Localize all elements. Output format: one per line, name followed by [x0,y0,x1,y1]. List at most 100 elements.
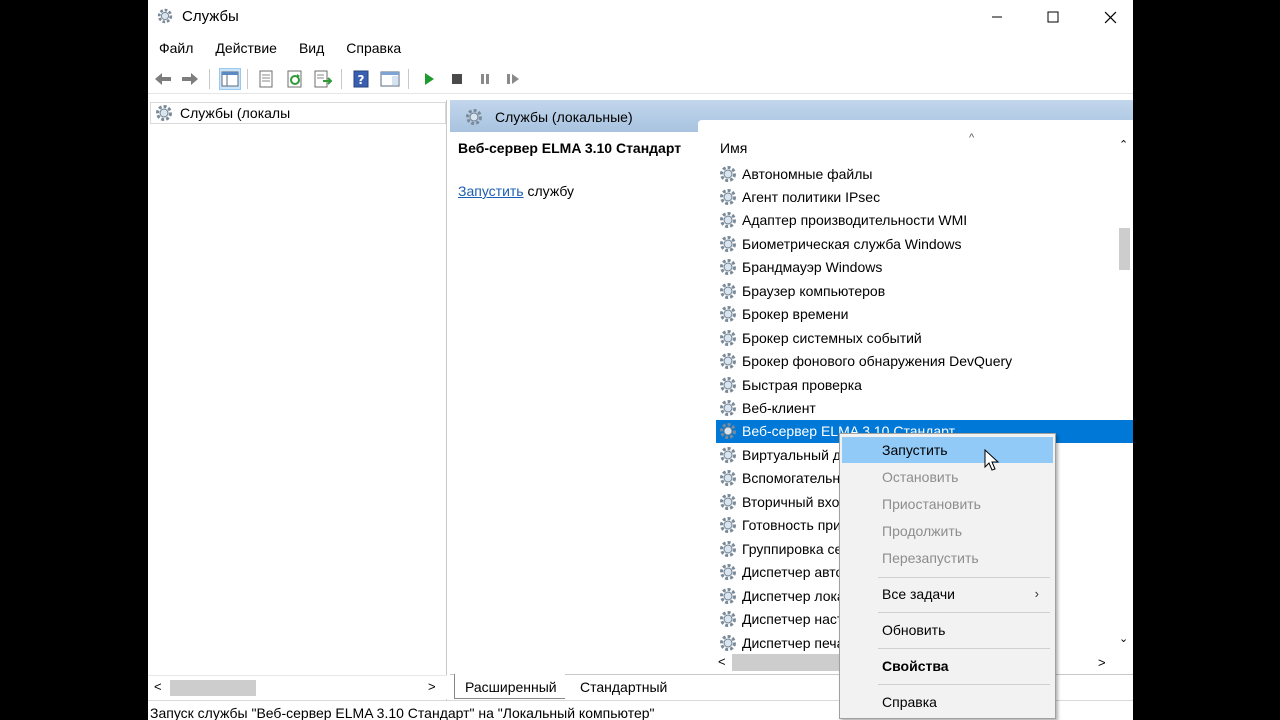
close-icon [1104,11,1116,23]
scroll-thumb[interactable] [170,680,256,696]
forward-icon [182,73,198,85]
scroll-right-icon[interactable]: > [1098,655,1106,670]
service-row[interactable]: Брокер времениКо [716,303,1133,326]
menu-item-pause[interactable]: Приостановить [842,491,1053,517]
start-service-icon [425,73,434,85]
back-button[interactable] [152,68,174,90]
service-gear-icon [718,281,738,301]
scroll-left-icon[interactable]: < [154,679,162,694]
maximize-icon [1047,11,1059,23]
scroll-up-icon[interactable]: ⌃ [1119,138,1128,151]
show-hide-button[interactable] [379,68,401,90]
start-service-button[interactable] [418,68,440,90]
service-name: Автономные файлы [742,165,873,182]
service-row[interactable]: Брокер фонового обнаружения DevQueryПо [716,350,1133,373]
menu-item-restart[interactable]: Перезапустить [842,545,1053,571]
properties-button[interactable] [255,68,277,90]
scroll-left-icon[interactable]: < [718,654,726,669]
back-icon [155,73,171,85]
scroll-thumb[interactable] [1119,228,1130,270]
export-list-icon [314,70,332,88]
help-icon: ? [353,70,369,88]
menu-item-stop[interactable]: Остановить [842,464,1053,490]
service-gear-icon [718,633,738,653]
service-description-panel: Веб-сервер ELMA 3.10 Стандарт Запустить … [458,140,698,199]
sort-ascending-icon: ^ [969,132,975,144]
service-row[interactable]: Браузер компьютеровОб [716,279,1133,302]
service-gear-icon [718,586,738,606]
service-gear-icon [718,468,738,488]
menu-help[interactable]: Справка [335,38,412,60]
pause-service-button[interactable] [474,68,496,90]
resume-service-button[interactable] [502,68,524,90]
tree-horizontal-scrollbar[interactable]: < > [148,675,447,699]
minimize-button[interactable] [974,0,1020,34]
service-row[interactable]: Агент политики IPsecБе: [716,185,1133,208]
chevron-right-icon: › [1034,586,1039,601]
menu-item-help[interactable]: Справка [842,689,1053,715]
menu-item-resume[interactable]: Продолжить [842,518,1053,544]
service-row[interactable]: Быстрая проверкаПр [716,373,1133,396]
service-row[interactable]: Автономные файлыСл [716,162,1133,185]
service-row[interactable]: Брокер системных событийКо [716,326,1133,349]
refresh-button[interactable] [284,68,306,90]
service-name: Браузер компьютеров [742,282,886,299]
menu-item-all-tasks[interactable]: Все задачи › [842,581,1053,607]
pause-service-icon [481,74,489,84]
service-gear-icon [718,562,738,582]
service-gear-icon [718,187,738,207]
tree-item-label: Службы (локалы [180,105,291,121]
service-gear-icon [718,210,738,230]
help-button[interactable]: ? [350,68,372,90]
window-title: Службы [182,8,239,25]
context-menu: Запустить Остановить Приостановить Продо… [839,433,1056,719]
tab-extended[interactable]: Расширенный [454,674,565,699]
service-gear-icon [718,351,738,371]
refresh-icon [287,70,302,88]
services-gear-icon [464,107,484,130]
service-name: Брокер системных событий [742,329,922,346]
console-tree-icon [221,71,239,87]
service-gear-icon [718,609,738,629]
services-gear-icon [156,7,174,25]
service-gear-icon [718,328,738,348]
menu-item-refresh[interactable]: Обновить [842,617,1053,643]
service-action-suffix: службу [523,183,575,199]
status-text: Запуск службы "Веб-сервер ELMA 3.10 Стан… [150,705,655,720]
service-gear-icon [718,375,738,395]
show-hide-icon [380,71,400,87]
resume-service-icon [507,74,519,84]
export-list-button[interactable] [312,68,334,90]
service-gear-icon [718,234,738,254]
service-row[interactable]: Брандмауэр WindowsБр [716,256,1133,279]
menu-file[interactable]: Файл [148,38,204,60]
scroll-down-icon[interactable]: ⌄ [1119,632,1128,645]
stop-service-icon [452,74,462,84]
menu-view[interactable]: Вид [288,38,335,60]
service-gear-icon [718,539,738,559]
menu-item-start[interactable]: Запустить [842,437,1053,463]
menu-item-properties[interactable]: Свойства [842,653,1053,679]
column-header: ^ Имя Оп [716,132,1133,162]
console-tree-button[interactable] [219,68,241,90]
tree-item-services-local[interactable]: Службы (локалы [150,102,446,124]
scroll-right-icon[interactable]: > [428,679,436,694]
service-name: Брокер фонового обнаружения DevQuery [742,353,1012,370]
service-row[interactable]: Адаптер производительности WMIПр [716,209,1133,232]
start-service-link[interactable]: Запустить [458,183,524,199]
properties-icon [259,70,273,88]
menu-action[interactable]: Действие [204,38,288,60]
column-name[interactable]: Имя [720,140,747,156]
selected-service-title: Веб-сервер ELMA 3.10 Стандарт [458,140,682,156]
service-gear-icon [718,164,738,184]
stop-service-button[interactable] [446,68,468,90]
forward-button[interactable] [179,68,201,90]
maximize-button[interactable] [1030,0,1076,34]
service-gear-icon [718,304,738,324]
service-name: Агент политики IPsec [742,188,881,205]
close-button[interactable] [1087,0,1133,34]
service-row[interactable]: Веб-клиентПо [716,397,1133,420]
tab-standard[interactable]: Стандартный [570,674,675,699]
service-row[interactable]: Биометрическая служба WindowsБи [716,232,1133,255]
list-vertical-scrollbar[interactable]: ⌃ ⌄ [1116,132,1133,652]
